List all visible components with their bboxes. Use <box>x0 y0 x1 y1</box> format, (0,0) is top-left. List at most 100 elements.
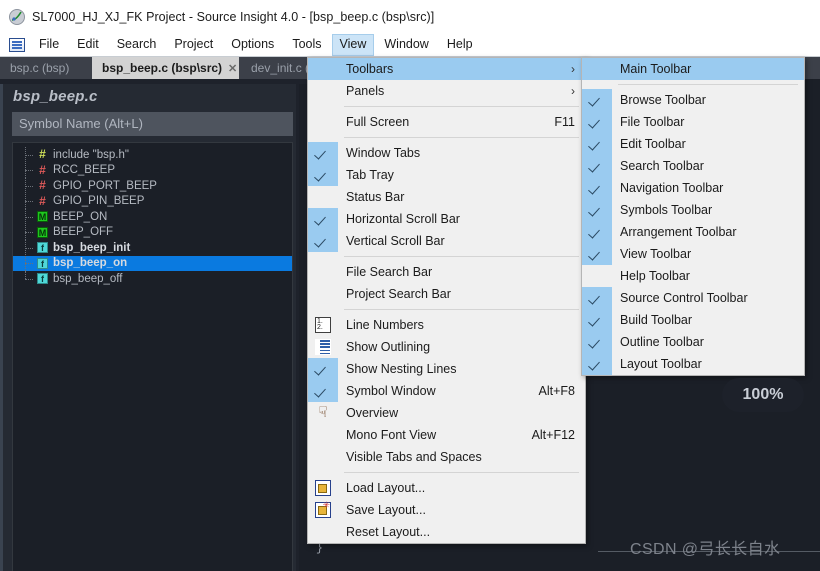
menu-item-view-toolbar[interactable]: View Toolbar <box>582 243 804 265</box>
menu-item-browse-toolbar[interactable]: Browse Toolbar <box>582 89 804 111</box>
list-item[interactable]: M BEEP_OFF <box>13 224 292 241</box>
menu-item-full-screen[interactable]: Full Screen F11 <box>308 111 585 133</box>
menu-view[interactable]: View <box>331 34 375 56</box>
menu-tools[interactable]: Tools <box>284 34 329 56</box>
tab-dev-init-c[interactable]: dev_init.c (d <box>241 57 316 79</box>
menu-item-line-numbers[interactable]: 1. 2. Line Numbers <box>308 314 585 336</box>
list-item[interactable]: # RCC_BEEP <box>13 162 292 179</box>
menu-edit[interactable]: Edit <box>69 34 107 56</box>
checkmark-icon <box>582 331 612 353</box>
menu-separator <box>344 309 579 310</box>
menu-item-tab-tray[interactable]: Tab Tray <box>308 164 585 186</box>
menu-item-project-search-bar[interactable]: Project Search Bar <box>308 283 585 305</box>
menu-item-horizontal-scroll-bar[interactable]: Horizontal Scroll Bar <box>308 208 585 230</box>
menu-item-status-bar[interactable]: Status Bar <box>308 186 585 208</box>
menu-item-overview[interactable]: ☟ Overview <box>308 402 585 424</box>
symbol-label: BEEP_ON <box>53 210 108 223</box>
menu-item-mono-font-view[interactable]: Mono Font View Alt+F12 <box>308 424 585 446</box>
tree-line-icon <box>23 240 37 256</box>
menu-help[interactable]: Help <box>439 34 481 56</box>
tree-line-icon <box>23 209 37 225</box>
menu-item-arrangement-toolbar[interactable]: Arrangement Toolbar <box>582 221 804 243</box>
chevron-right-icon: › <box>571 84 575 98</box>
tab-bsp-c[interactable]: bsp.c (bsp) <box>0 57 92 79</box>
chevron-right-icon: › <box>571 62 575 76</box>
menu-item-reset-layout[interactable]: Reset Layout... <box>308 521 585 543</box>
menu-window[interactable]: Window <box>376 34 436 56</box>
menu-search[interactable]: Search <box>109 34 165 56</box>
list-item[interactable]: f bsp_beep_off <box>13 271 292 287</box>
menu-project[interactable]: Project <box>166 34 221 56</box>
menu-item-help-toolbar[interactable]: Help Toolbar <box>582 265 804 287</box>
checkmark-icon <box>582 155 612 177</box>
list-item[interactable]: # GPIO_PORT_BEEP <box>13 178 292 194</box>
menu-item-shortcut: F11 <box>554 115 575 129</box>
menu-item-vertical-scroll-bar[interactable]: Vertical Scroll Bar <box>308 230 585 252</box>
menu-item-label: Build Toolbar <box>620 313 693 327</box>
symbol-panel-title: bsp_beep.c <box>13 88 98 105</box>
function-icon: f <box>37 257 48 269</box>
list-item[interactable]: M BEEP_ON <box>13 209 292 225</box>
menu-item-label: File Search Bar <box>346 265 433 279</box>
symbol-label: RCC_BEEP <box>53 164 115 177</box>
menu-item-label: Source Control Toolbar <box>620 291 748 305</box>
zoom-level-badge[interactable]: 100% <box>722 378 804 412</box>
menu-item-window-tabs[interactable]: Window Tabs <box>308 142 585 164</box>
menu-item-show-nesting-lines[interactable]: Show Nesting Lines <box>308 358 585 380</box>
app-menu-icon[interactable] <box>9 38 25 52</box>
menu-item-outline-toolbar[interactable]: Outline Toolbar <box>582 331 804 353</box>
watermark-text: CSDN @弓长长自水 <box>630 541 781 558</box>
menu-item-load-layout[interactable]: Load Layout... <box>308 477 585 499</box>
menu-item-source-control-toolbar[interactable]: Source Control Toolbar <box>582 287 804 309</box>
checkmark-icon <box>308 380 338 402</box>
menu-item-search-toolbar[interactable]: Search Toolbar <box>582 155 804 177</box>
list-item[interactable]: f bsp_beep_init <box>13 240 292 256</box>
tree-line-icon <box>23 162 37 178</box>
menu-item-main-toolbar[interactable]: Main Toolbar <box>582 58 804 80</box>
menu-item-label: Symbol Window <box>346 384 436 398</box>
menu-item-show-outlining[interactable]: Show Outlining <box>308 336 585 358</box>
list-item[interactable]: # GPIO_PIN_BEEP <box>13 193 292 210</box>
menu-item-label: Layout Toolbar <box>620 357 702 371</box>
menu-item-visible-tabs-and-spaces[interactable]: Visible Tabs and Spaces <box>308 446 585 468</box>
menu-item-label: Show Nesting Lines <box>346 362 457 376</box>
check-gutter <box>308 521 338 543</box>
save-layout-icon <box>315 500 331 518</box>
menu-item-panels[interactable]: Panels › <box>308 80 585 102</box>
menu-file[interactable]: File <box>31 34 67 56</box>
symbol-label: bsp_beep_on <box>53 257 128 270</box>
menu-item-label: Panels <box>346 84 385 98</box>
menu-item-label: Edit Toolbar <box>620 137 686 151</box>
check-gutter <box>308 424 338 446</box>
symbol-list[interactable]: # include "bsp.h" # RCC_BEEP # GPIO_PORT… <box>12 142 293 571</box>
menu-item-layout-toolbar[interactable]: Layout Toolbar <box>582 353 804 375</box>
menu-item-file-search-bar[interactable]: File Search Bar <box>308 261 585 283</box>
symbol-label: BEEP_OFF <box>53 226 114 239</box>
symbol-search-input[interactable]: Symbol Name (Alt+L) <box>12 112 293 136</box>
tab-close-icon[interactable]: ✕ <box>228 63 237 75</box>
menu-item-label: Overview <box>346 406 399 420</box>
checkmark-icon <box>582 89 612 111</box>
macro-icon: M <box>37 211 48 223</box>
menu-item-navigation-toolbar[interactable]: Navigation Toolbar <box>582 177 804 199</box>
menu-item-build-toolbar[interactable]: Build Toolbar <box>582 309 804 331</box>
hash-red-icon: # <box>39 162 46 177</box>
tab-bsp-beep-c[interactable]: bsp_beep.c (bsp\src) ✕ <box>92 57 239 79</box>
menu-item-symbols-toolbar[interactable]: Symbols Toolbar <box>582 199 804 221</box>
menu-item-save-layout[interactable]: Save Layout... <box>308 499 585 521</box>
list-item-selected[interactable]: f bsp_beep_on <box>13 255 292 271</box>
hash-yellow-icon: # <box>39 147 46 162</box>
list-item[interactable]: # include "bsp.h" <box>13 147 292 163</box>
checkmark-icon <box>308 230 338 252</box>
menu-item-symbol-window[interactable]: Symbol Window Alt+F8 <box>308 380 585 402</box>
tree-line-icon <box>23 255 37 271</box>
menu-item-label: Toolbars <box>346 62 394 76</box>
menu-bar: File Edit Search Project Options Tools V… <box>0 34 820 57</box>
menu-item-file-toolbar[interactable]: File Toolbar <box>582 111 804 133</box>
tree-line-icon <box>23 147 37 163</box>
menu-item-toolbars[interactable]: Toolbars › <box>308 58 585 80</box>
menu-item-label: Outline Toolbar <box>620 335 704 349</box>
menu-item-edit-toolbar[interactable]: Edit Toolbar <box>582 133 804 155</box>
menu-options[interactable]: Options <box>223 34 282 56</box>
source-insight-logo-icon <box>9 9 25 25</box>
